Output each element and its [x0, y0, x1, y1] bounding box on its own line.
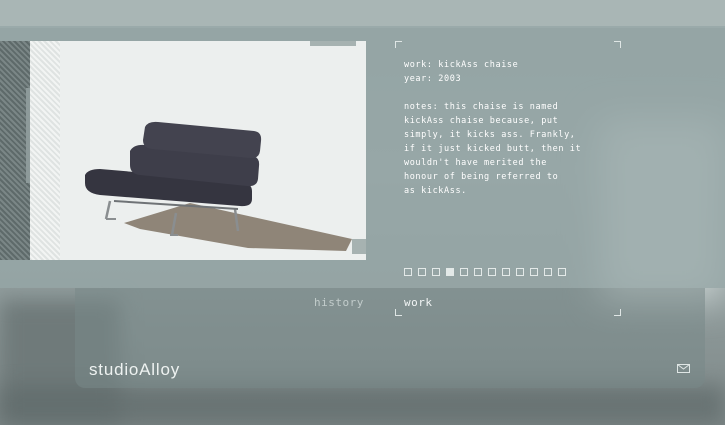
work-pager — [404, 268, 566, 276]
frame-corner — [614, 309, 621, 316]
pager-item-10[interactable] — [530, 268, 538, 276]
background-shadow-bottom — [0, 385, 725, 425]
pager-item-8[interactable] — [502, 268, 510, 276]
pager-item-2[interactable] — [418, 268, 426, 276]
pager-item-12[interactable] — [558, 268, 566, 276]
background-top — [0, 0, 725, 28]
work-title: work: kickAss chaise — [404, 60, 519, 70]
pager-item-4[interactable] — [446, 268, 454, 276]
pager-item-9[interactable] — [516, 268, 524, 276]
corner-tab — [310, 41, 356, 46]
work-year: year: 2003 — [404, 74, 462, 84]
nav-work-link[interactable]: work — [404, 296, 433, 309]
pager-item-5[interactable] — [460, 268, 468, 276]
work-notes: notes: this chaise is named kickAss chai… — [404, 102, 582, 196]
pager-item-3[interactable] — [432, 268, 440, 276]
mail-icon[interactable] — [677, 364, 690, 373]
pager-item-1[interactable] — [404, 268, 412, 276]
corner-tab — [352, 239, 366, 254]
pager-item-7[interactable] — [488, 268, 496, 276]
frame-corner — [395, 41, 402, 48]
nav-history-link[interactable]: history — [314, 296, 364, 309]
chaise-image — [85, 121, 352, 251]
work-info: work: kickAss chaise year: 2003 notes: t… — [404, 58, 604, 198]
product-image-panel — [30, 41, 366, 260]
pager-item-11[interactable] — [544, 268, 552, 276]
frame-corner — [395, 309, 402, 316]
pager-item-6[interactable] — [474, 268, 482, 276]
frame-corner — [614, 41, 621, 48]
brand-logo[interactable]: studioAlloy — [89, 360, 180, 380]
